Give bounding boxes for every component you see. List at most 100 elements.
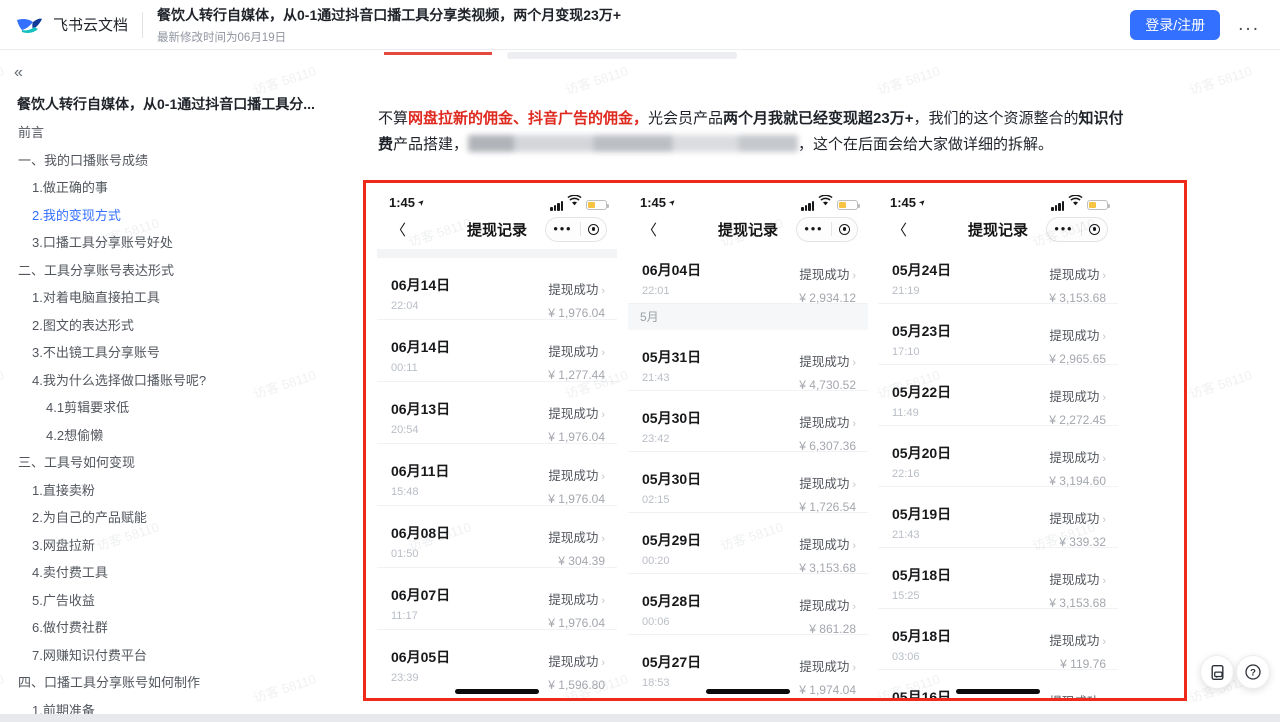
withdraw-row[interactable]: 05月28日00:06提现成功›¥ 861.28 bbox=[628, 574, 868, 635]
back-icon[interactable]: 〈 bbox=[391, 219, 406, 240]
miniprogram-capsule[interactable]: ●●● bbox=[796, 217, 858, 242]
outline-item[interactable]: 前言 bbox=[0, 118, 345, 146]
withdraw-row[interactable]: 06月11日15:48提现成功›¥ 1,976.04 bbox=[377, 444, 617, 506]
chevron-right-icon: › bbox=[601, 285, 605, 297]
chevron-right-icon: › bbox=[852, 601, 856, 613]
outline-list: 前言一、我的口播账号成绩1.做正确的事2.我的变现方式3.口播工具分享账号好处二… bbox=[0, 118, 345, 714]
collapse-sidebar-icon[interactable]: « bbox=[14, 64, 34, 82]
outline-item[interactable]: 3.口播工具分享账号好处 bbox=[0, 228, 345, 256]
row-status: 提现成功› bbox=[799, 473, 856, 493]
bottom-scroll-strip[interactable] bbox=[0, 714, 1280, 722]
doc-title: 餐饮人转行自媒体，从0-1通过抖音口播工具分享类视频，两个月变现23万+ bbox=[157, 5, 621, 25]
outline-item[interactable]: 4.卖付费工具 bbox=[0, 558, 345, 586]
home-indicator bbox=[706, 689, 790, 694]
paragraph-text: 产品搭建， bbox=[393, 136, 468, 153]
phone-nav-bar: 〈提现记录●●● bbox=[377, 215, 617, 243]
outline-doc-title[interactable]: 餐饮人转行自媒体，从0-1通过抖音口播工具分... bbox=[17, 94, 333, 114]
outline-item[interactable]: 2.我的变现方式 bbox=[0, 201, 345, 229]
withdraw-row[interactable]: 05月30日23:42提现成功›¥ 6,307.36 bbox=[628, 391, 868, 452]
outline-item[interactable]: 3.网盘拉新 bbox=[0, 531, 345, 559]
withdraw-row[interactable]: 05月20日22:16提现成功›¥ 3,194.60 bbox=[878, 426, 1118, 487]
outline-item[interactable]: 4.我为什么选择做口播账号呢? bbox=[0, 366, 345, 394]
withdraw-row[interactable]: 05月23日17:10提现成功›¥ 2,965.65 bbox=[878, 304, 1118, 365]
row-amount: ¥ 2,934.12 bbox=[799, 291, 856, 305]
miniprogram-capsule[interactable]: ●●● bbox=[1046, 217, 1108, 242]
outline-item[interactable]: 6.做付费社群 bbox=[0, 613, 345, 641]
withdraw-row[interactable]: 06月13日20:54提现成功›¥ 1,976.04 bbox=[377, 382, 617, 444]
withdraw-row[interactable]: 06月08日01:50提现成功›¥ 304.39 bbox=[377, 506, 617, 568]
chevron-right-icon: › bbox=[852, 270, 856, 282]
phone-nav-bar: 〈提现记录●●● bbox=[628, 215, 868, 243]
outline-item[interactable]: 2.图文的表达形式 bbox=[0, 311, 345, 339]
login-register-button[interactable]: 登录/注册 bbox=[1130, 10, 1220, 40]
outline-item[interactable]: 4.1剪辑要求低 bbox=[0, 393, 345, 421]
withdraw-row[interactable]: 06月14日00:11提现成功›¥ 1,277.44 bbox=[377, 320, 617, 382]
svg-text:?: ? bbox=[1250, 667, 1256, 678]
row-status: 提现成功› bbox=[1049, 569, 1106, 589]
outline-item[interactable]: 1.对着电脑直接拍工具 bbox=[0, 283, 345, 311]
withdraw-row[interactable]: 05月19日21:43提现成功›¥ 339.32 bbox=[878, 487, 1118, 548]
withdraw-row[interactable]: 06月04日22:01提现成功›¥ 2,934.12 bbox=[628, 243, 868, 304]
withdraw-row[interactable]: 05月22日11:49提现成功›¥ 2,272.45 bbox=[878, 365, 1118, 426]
app-name: 飞书云文档 bbox=[53, 14, 128, 35]
month-section-band: 5月 bbox=[628, 304, 868, 330]
row-amount: ¥ 2,272.45 bbox=[1049, 413, 1106, 427]
location-icon: ➤ bbox=[667, 196, 678, 207]
withdraw-row[interactable]: 06月05日23:39提现成功›¥ 1,596.80 bbox=[377, 630, 617, 692]
outline-item[interactable]: 二、工具分享账号表达形式 bbox=[0, 256, 345, 284]
outline-item[interactable]: 1.做正确的事 bbox=[0, 173, 345, 201]
help-button[interactable]: ? bbox=[1236, 655, 1270, 689]
outline-item[interactable]: 5.广告收益 bbox=[0, 586, 345, 614]
chevron-right-icon: › bbox=[601, 471, 605, 483]
withdraw-row[interactable]: 05月18日03:06提现成功›¥ 119.76 bbox=[878, 609, 1118, 670]
feedback-button[interactable] bbox=[1200, 655, 1234, 689]
outline-item[interactable]: 3.不出镜工具分享账号 bbox=[0, 338, 345, 366]
row-amount: ¥ 6,307.36 bbox=[799, 439, 856, 453]
outline-item[interactable]: 四、口播工具分享账号如何制作 bbox=[0, 668, 345, 696]
outline-item[interactable]: 1.直接卖粉 bbox=[0, 476, 345, 504]
row-status-label: 提现成功 bbox=[548, 531, 598, 545]
back-icon[interactable]: 〈 bbox=[892, 219, 907, 240]
withdraw-row[interactable]: 05月27日18:53提现成功›¥ 1,974.04 bbox=[628, 635, 868, 696]
outline-item[interactable]: 三、工具号如何变现 bbox=[0, 448, 345, 476]
row-status: 提现成功› bbox=[799, 534, 856, 554]
row-amount: ¥ 3,153.68 bbox=[1049, 291, 1106, 305]
withdraw-list: 05月24日21:19提现成功›¥ 3,153.6805月23日17:10提现成… bbox=[878, 243, 1118, 698]
withdraw-row[interactable]: 05月30日02:15提现成功›¥ 1,726.54 bbox=[628, 452, 868, 513]
row-amount: ¥ 119.76 bbox=[1049, 657, 1106, 671]
row-amount: ¥ 2,965.65 bbox=[1049, 352, 1106, 366]
more-menu-icon[interactable]: ... bbox=[1238, 20, 1260, 30]
home-indicator bbox=[956, 689, 1040, 694]
outline-item[interactable]: 1.前期准备 bbox=[0, 696, 345, 715]
outline-item[interactable]: 4.2想偷懒 bbox=[0, 421, 345, 449]
location-icon: ➤ bbox=[917, 196, 928, 207]
row-status: 提现成功› bbox=[1049, 630, 1106, 650]
capsule-divider bbox=[1081, 222, 1082, 236]
miniprogram-capsule[interactable]: ●●● bbox=[545, 217, 607, 242]
withdraw-row[interactable]: 05月31日21:43提现成功›¥ 4,730.52 bbox=[628, 330, 868, 391]
chevron-right-icon: › bbox=[1102, 636, 1106, 648]
outline-item[interactable]: 7.网赚知识付费平台 bbox=[0, 641, 345, 669]
chevron-right-icon: › bbox=[601, 347, 605, 359]
withdraw-row[interactable]: 05月24日21:19提现成功›¥ 3,153.68 bbox=[878, 243, 1118, 304]
chevron-right-icon: › bbox=[601, 657, 605, 669]
outline-item[interactable]: 2.为自己的产品赋能 bbox=[0, 503, 345, 531]
row-amount: ¥ 3,153.68 bbox=[799, 561, 856, 575]
withdraw-row[interactable]: 05月29日00:20提现成功›¥ 3,153.68 bbox=[628, 513, 868, 574]
logo-wrap[interactable]: 飞书云文档 bbox=[0, 10, 128, 40]
outline-item[interactable]: 一、我的口播账号成绩 bbox=[0, 146, 345, 174]
row-right: 提现成功›¥ 2,272.45 bbox=[1049, 386, 1106, 427]
withdraw-row[interactable]: 05月18日15:25提现成功›¥ 3,153.68 bbox=[878, 548, 1118, 609]
withdraw-records-image[interactable]: 1:45➤〈提现记录●●●06月14日22:04提现成功›¥ 1,976.040… bbox=[363, 180, 1187, 701]
withdraw-row[interactable]: 06月07日11:17提现成功›¥ 1,976.04 bbox=[377, 568, 617, 630]
row-amount: ¥ 3,194.60 bbox=[1049, 474, 1106, 488]
chevron-right-icon: › bbox=[852, 540, 856, 552]
header-divider bbox=[142, 12, 143, 38]
row-amount: ¥ 4,730.52 bbox=[799, 378, 856, 392]
row-amount: ¥ 1,726.54 bbox=[799, 500, 856, 514]
back-icon[interactable]: 〈 bbox=[642, 219, 657, 240]
row-status-label: 提现成功 bbox=[1049, 512, 1099, 526]
withdraw-row[interactable]: 06月14日22:04提现成功›¥ 1,976.04 bbox=[377, 258, 617, 320]
app-header: 飞书云文档 餐饮人转行自媒体，从0-1通过抖音口播工具分享类视频，两个月变现23… bbox=[0, 0, 1280, 50]
row-amount: ¥ 861.28 bbox=[799, 622, 856, 636]
